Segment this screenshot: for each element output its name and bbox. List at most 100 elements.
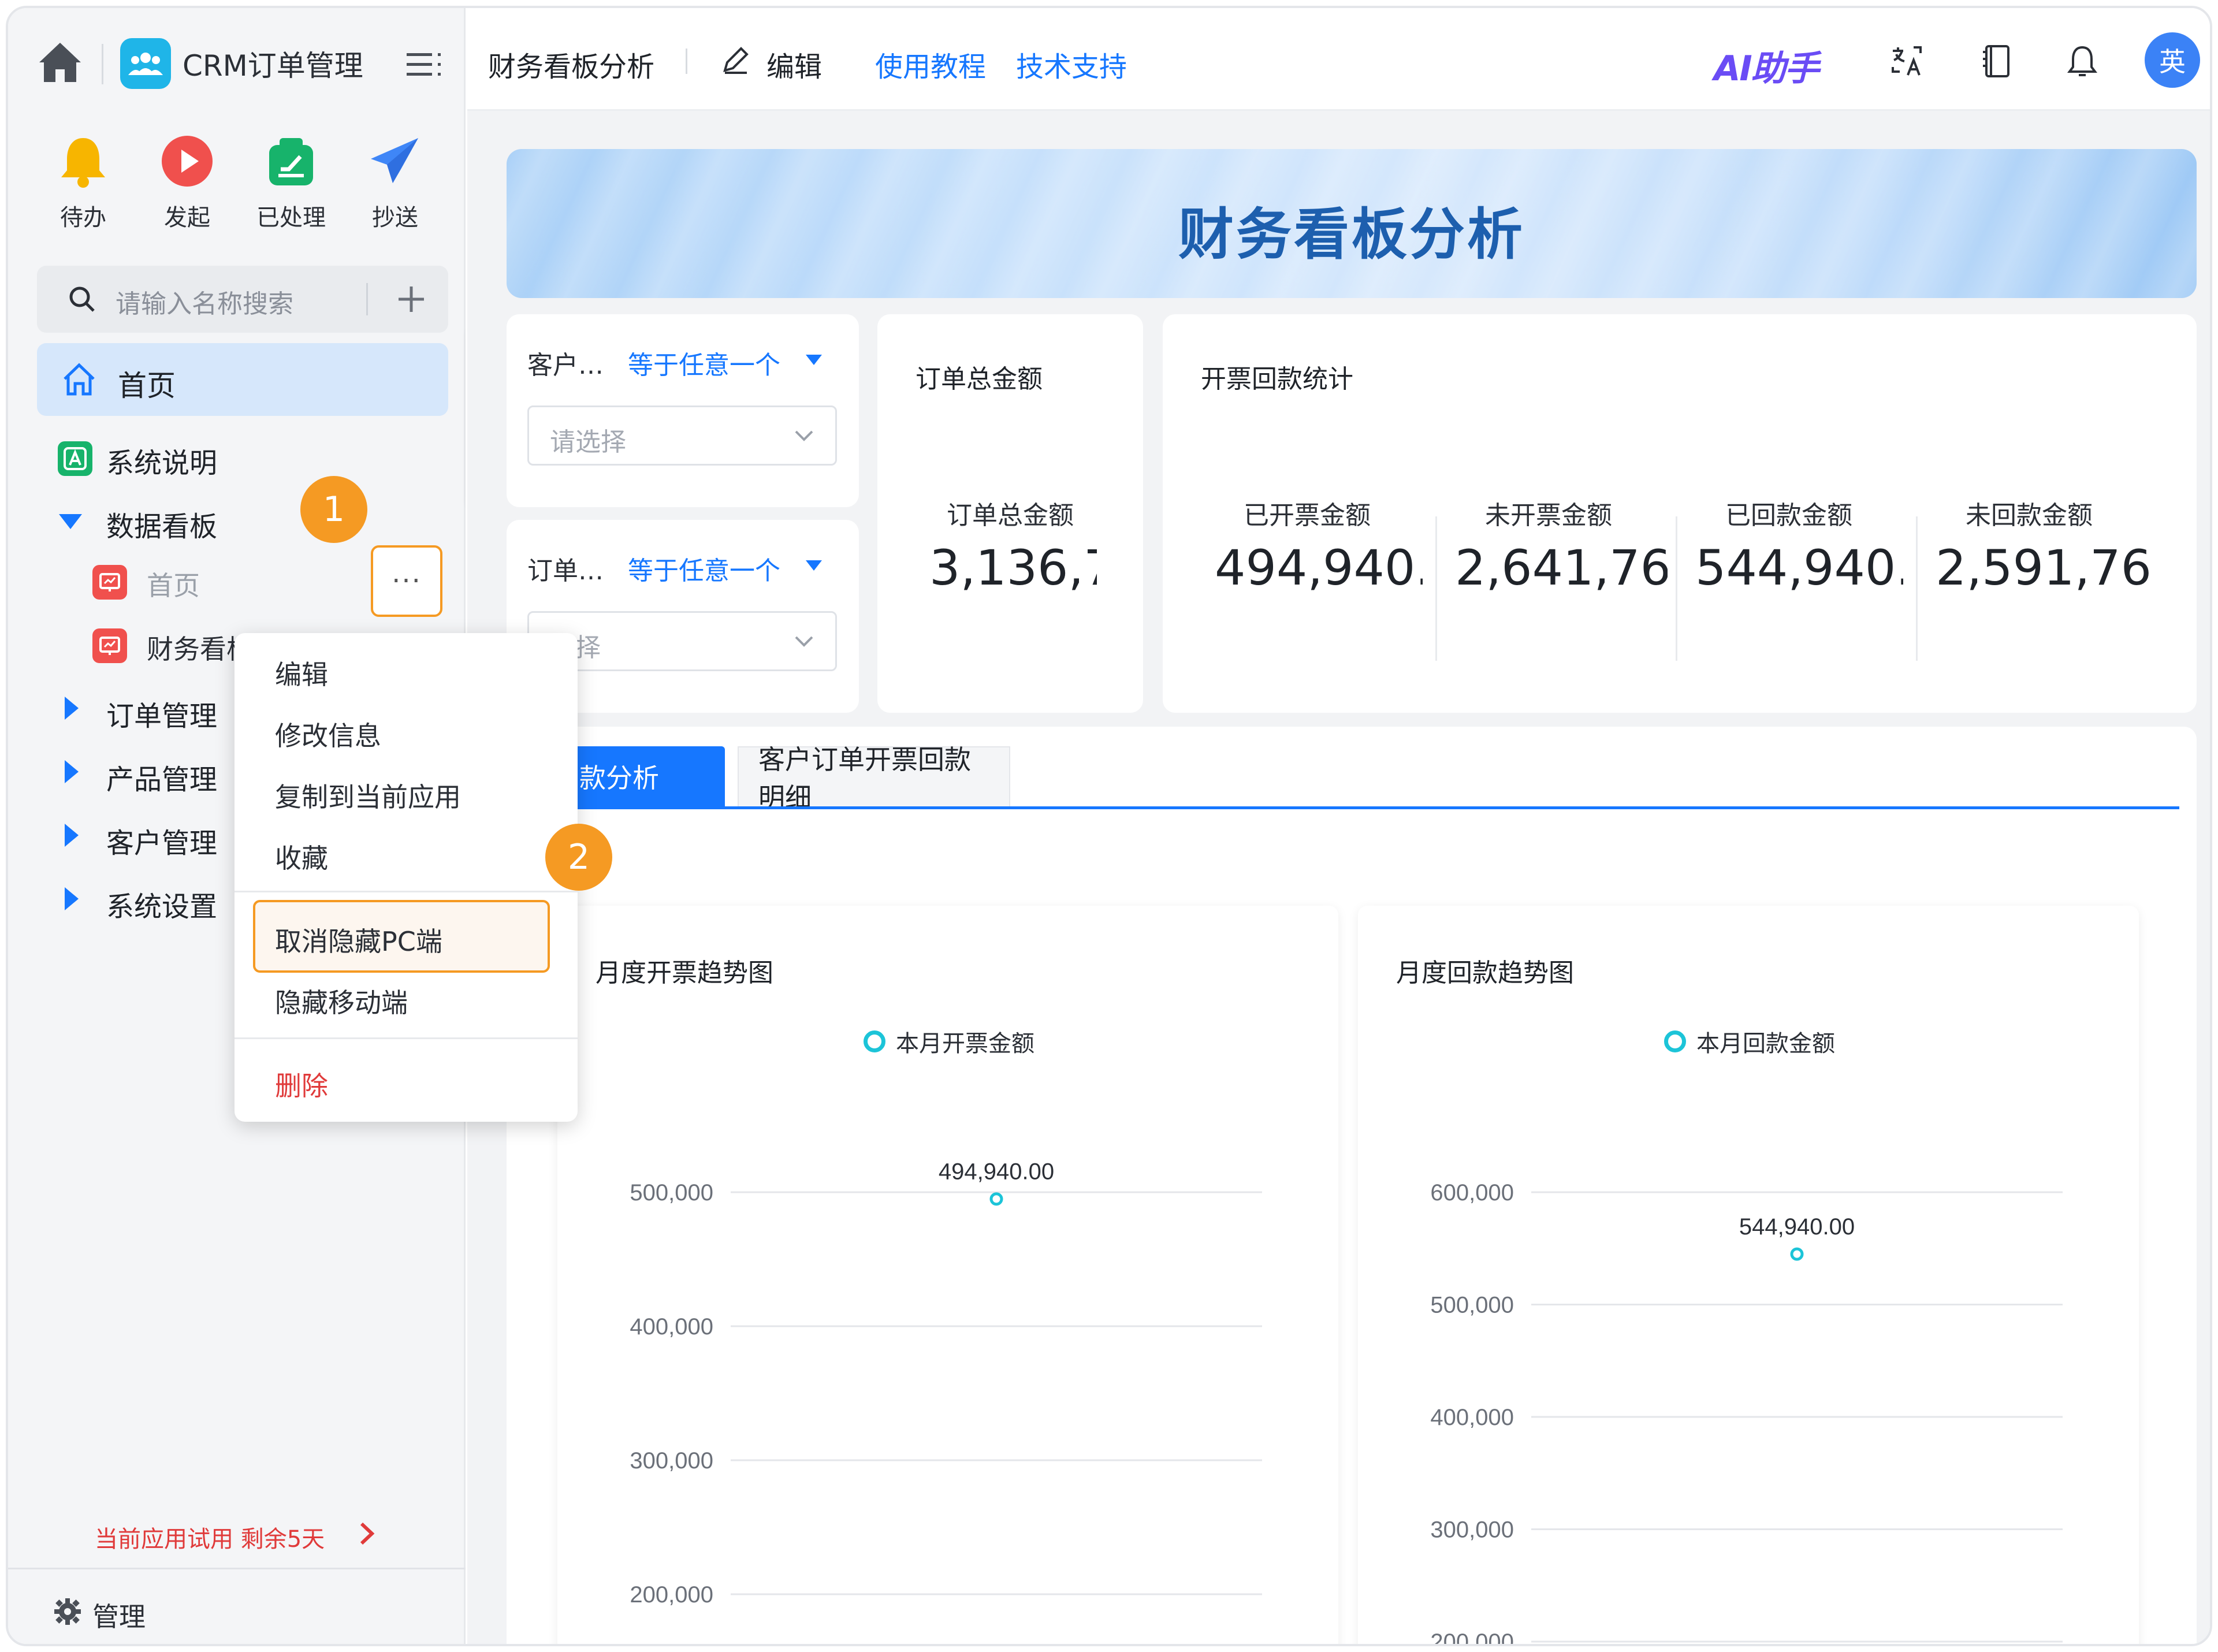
nav-item-dashboard[interactable]: 数据看板 xyxy=(8,491,466,549)
divider xyxy=(235,891,578,892)
app-a-icon xyxy=(58,441,92,476)
notification-bell-icon[interactable] xyxy=(2061,40,2103,82)
home-outline-icon xyxy=(60,360,98,401)
user-avatar[interactable]: 英 xyxy=(2145,32,2200,88)
divider xyxy=(1676,516,1677,661)
app-name: CRM订单管理 xyxy=(183,49,363,83)
quick-action-done[interactable]: 已处理 xyxy=(242,129,340,245)
context-menu: 编辑 修改信息 复制到当前应用 收藏 取消隐藏PC端 隐藏移动端 删除 xyxy=(235,633,578,1122)
stat-value: 494,940.0 xyxy=(1215,539,1423,596)
caret-down-icon xyxy=(59,514,82,529)
caret-right-icon xyxy=(65,760,79,783)
y-tick-label: 300,000 xyxy=(1430,1517,1514,1543)
quick-action-todo[interactable]: 待办 xyxy=(34,129,132,245)
trial-notice[interactable]: 当前应用试用 剩余5天 xyxy=(95,1520,325,1554)
divider xyxy=(102,44,103,84)
manage-link[interactable]: 管理 xyxy=(92,1596,146,1634)
chart-plot: 500,000 400,000 300,000 200,000 494,940.00 xyxy=(630,1159,1262,1608)
data-point[interactable] xyxy=(1790,1247,1804,1261)
banner: 财务看板分析 xyxy=(507,149,2197,298)
dashboard-icon xyxy=(92,565,127,600)
quick-action-label: 已处理 xyxy=(256,204,326,231)
search-icon xyxy=(66,283,98,318)
stat-label: 未开票金额 xyxy=(1485,501,1612,530)
stat-label: 已回款金额 xyxy=(1725,501,1852,530)
chart-plot: 600,000 500,000 400,000 300,000 200,000 544,9… xyxy=(1430,1180,2063,1646)
search-box: 请输入名称搜索 xyxy=(37,266,448,333)
nav-item-system-info[interactable]: 系统说明 xyxy=(8,427,466,485)
data-label: 544,940.00 xyxy=(1739,1214,1855,1240)
home-icon[interactable] xyxy=(34,36,87,89)
search-input[interactable]: 请输入名称搜索 xyxy=(116,283,293,320)
top-header: 财务看板分析 编辑 使用教程 技术支持 AI助手 英 xyxy=(467,8,2210,111)
translate-icon[interactable] xyxy=(1886,40,1927,82)
filter-field-label: 客户… xyxy=(527,351,604,380)
menu-item-delete[interactable]: 删除 xyxy=(275,1065,328,1103)
caret-down-icon[interactable] xyxy=(806,355,822,365)
nav-item-label: 系统说明 xyxy=(106,447,218,479)
y-tick-label: 400,000 xyxy=(1430,1405,1514,1430)
app-logo-icon xyxy=(120,38,171,89)
menu-item-hide-mobile[interactable]: 隐藏移动端 xyxy=(275,982,408,1020)
nav-item-label: 数据看板 xyxy=(106,511,218,543)
gear-icon xyxy=(53,1597,82,1628)
nav-subitem-label: 首页 xyxy=(147,570,200,601)
quick-action-label: 发起 xyxy=(164,204,210,231)
send-icon xyxy=(363,129,427,193)
card-title: 订单总金额 xyxy=(916,364,1043,394)
y-tick-label: 500,000 xyxy=(630,1180,713,1205)
divider xyxy=(686,49,687,74)
menu-item-copy-to-app[interactable]: 复制到当前应用 xyxy=(275,776,461,814)
quick-actions: 待办 发起 已处理 抄送 xyxy=(31,129,447,245)
chevron-right-icon[interactable] xyxy=(356,1519,379,1550)
stat-value: 2,591,765 xyxy=(1936,539,2155,596)
menu-toggle-icon[interactable] xyxy=(402,44,448,84)
card-title: 开票回款统计 xyxy=(1201,364,1353,394)
menu-item-unhide-pc[interactable]: 取消隐藏PC端 xyxy=(275,921,442,959)
filter-select[interactable]: 请选择 xyxy=(527,405,837,466)
notebook-icon[interactable] xyxy=(1976,40,2018,82)
menu-item-modify-info[interactable]: 修改信息 xyxy=(275,715,381,753)
filter-operator[interactable]: 等于任意一个 xyxy=(628,550,780,587)
quick-action-label: 待办 xyxy=(60,204,106,231)
app-window: CRM订单管理 待办 发起 已处理 抄送 请输入名称搜索 首页 系统说明 数据看… xyxy=(6,6,2212,1646)
pencil-icon[interactable] xyxy=(719,44,751,79)
sidebar-footer: 管理 xyxy=(8,1568,466,1644)
y-tick-label: 200,000 xyxy=(630,1582,713,1608)
chevron-down-icon xyxy=(792,427,816,447)
more-options-button[interactable]: ··· xyxy=(371,545,442,617)
dashboard-content: 财务看板分析 客户… 等于任意一个 请选择 订单… 等于任意一个 选择 xyxy=(467,111,2210,1646)
add-icon[interactable] xyxy=(393,281,430,318)
order-total-card: 订单总金额 订单总金额 3,136,70 xyxy=(877,314,1143,713)
support-link[interactable]: 技术支持 xyxy=(1016,44,1127,84)
dashboard-icon xyxy=(92,628,127,663)
nav-home[interactable]: 首页 xyxy=(37,343,448,416)
nav-item-label: 系统设置 xyxy=(106,891,218,923)
page-title: 财务看板分析 xyxy=(488,51,655,83)
caret-down-icon[interactable] xyxy=(806,560,822,571)
data-label: 494,940.00 xyxy=(939,1159,1054,1185)
tab-underline xyxy=(507,806,2179,809)
quick-action-start[interactable]: 发起 xyxy=(138,129,236,245)
stat-value: 2,641,765 xyxy=(1455,539,1668,596)
done-icon xyxy=(259,129,323,193)
quick-action-cc[interactable]: 抄送 xyxy=(346,129,444,245)
caret-right-icon xyxy=(65,887,79,910)
y-tick-label: 200,000 xyxy=(1430,1629,1514,1646)
bell-icon xyxy=(51,129,115,193)
menu-item-favorite[interactable]: 收藏 xyxy=(275,838,328,876)
invoice-trend-chart: 月度开票趋势图 本月开票金额 500,000 400,000 300,000 200,… xyxy=(557,906,1338,1644)
tutorial-link[interactable]: 使用教程 xyxy=(875,44,986,84)
menu-item-edit[interactable]: 编辑 xyxy=(275,654,328,692)
stat-value: 3,136,70 xyxy=(929,539,1097,596)
nav-item-label: 客户管理 xyxy=(106,827,218,860)
y-tick-label: 300,000 xyxy=(630,1448,713,1474)
filter-operator[interactable]: 等于任意一个 xyxy=(628,344,780,381)
edit-button[interactable]: 编辑 xyxy=(766,44,822,84)
data-point[interactable] xyxy=(989,1192,1003,1206)
ai-assistant-button[interactable]: AI助手 xyxy=(1714,40,1819,91)
filter-customer: 客户… 等于任意一个 请选择 xyxy=(507,314,859,507)
play-icon xyxy=(155,129,219,193)
tab-customer-detail[interactable]: 客户订单开票回款明细 xyxy=(738,744,1010,813)
step-badge: 1 xyxy=(300,476,367,543)
